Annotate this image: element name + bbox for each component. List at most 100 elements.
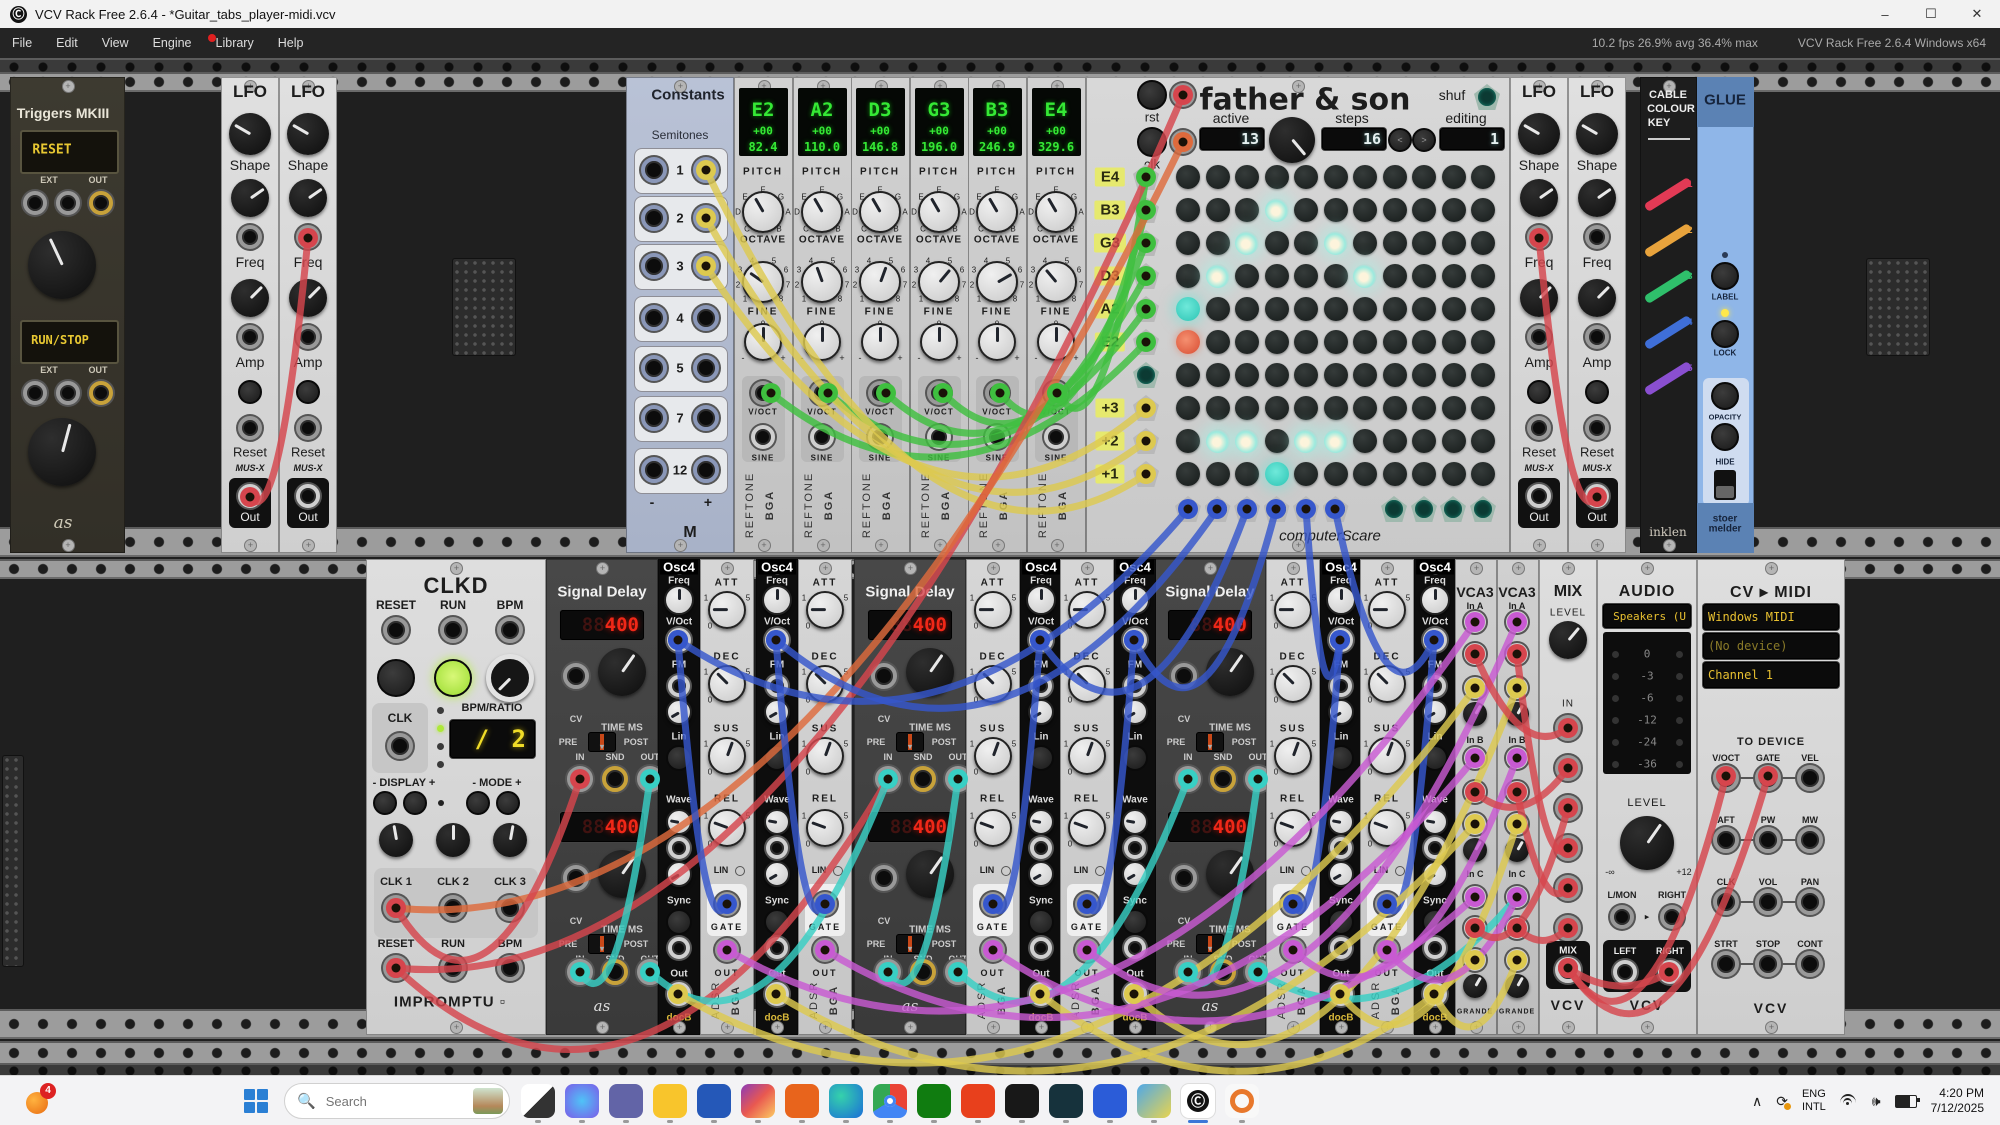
knob[interactable]	[1068, 737, 1106, 775]
knob[interactable]	[1463, 974, 1487, 998]
menu-edit[interactable]: Edit	[44, 36, 90, 50]
clk1-jack[interactable]	[383, 895, 409, 921]
out-jack[interactable]	[1527, 484, 1551, 508]
grid-cell[interactable]	[1265, 297, 1289, 321]
grid-cell[interactable]	[1383, 165, 1407, 189]
midi-aft-jack[interactable]	[1713, 827, 1739, 853]
in-jack[interactable]	[875, 959, 901, 985]
grid-cell[interactable]	[1265, 363, 1289, 387]
grid-cell[interactable]	[1442, 330, 1466, 354]
knob[interactable]	[918, 261, 960, 303]
knob[interactable]	[1068, 809, 1106, 847]
voct-jack[interactable]	[868, 381, 892, 405]
jack[interactable]	[693, 253, 719, 279]
in-jack[interactable]	[1464, 747, 1486, 769]
button[interactable]	[1585, 380, 1609, 404]
cv-jack[interactable]	[1464, 781, 1486, 803]
grid-cell[interactable]	[1383, 297, 1407, 321]
grid-cell[interactable]	[1383, 231, 1407, 255]
sync-button[interactable]	[1328, 909, 1354, 935]
knob[interactable]	[1520, 279, 1558, 317]
grid-cell[interactable]	[1471, 396, 1495, 420]
grid-cell[interactable]	[1265, 462, 1289, 486]
voct-jack[interactable]	[810, 381, 834, 405]
sine-jack[interactable]	[751, 425, 775, 449]
hide-knob[interactable]	[1711, 423, 1739, 451]
knob[interactable]	[1505, 838, 1529, 862]
midi-strt-jack[interactable]	[1713, 951, 1739, 977]
sine-jack[interactable]	[868, 425, 892, 449]
grid-cell[interactable]	[1324, 198, 1348, 222]
midi-gate-jack[interactable]	[1755, 765, 1781, 791]
wave-jack[interactable]	[766, 837, 788, 859]
minimize-button[interactable]: –	[1862, 0, 1908, 28]
send-jack[interactable]	[602, 959, 628, 985]
lin-button[interactable]	[764, 745, 790, 771]
knob[interactable]	[436, 823, 470, 857]
taskbar-icon-microsoft-store[interactable]	[697, 1084, 731, 1118]
grid-cell[interactable]	[1265, 231, 1289, 255]
grid-cell[interactable]	[1412, 396, 1436, 420]
grid-cell[interactable]	[1206, 330, 1230, 354]
knob[interactable]	[1422, 809, 1448, 835]
jack[interactable]	[383, 617, 409, 643]
sync-jack[interactable]	[766, 937, 788, 959]
cv-jack[interactable]	[1464, 917, 1486, 939]
out-jack[interactable]	[667, 982, 691, 1006]
grid-cell[interactable]	[1471, 231, 1495, 255]
sync-button[interactable]	[764, 909, 790, 935]
taskbar-icon-teams[interactable]	[609, 1084, 643, 1118]
grid-cell[interactable]	[1294, 231, 1318, 255]
time-knob[interactable]	[906, 850, 954, 898]
grid-cell[interactable]	[1235, 165, 1259, 189]
clk-jack[interactable]	[387, 733, 413, 759]
knob[interactable]	[974, 665, 1012, 703]
grid-cell[interactable]	[1383, 330, 1407, 354]
grid-cell[interactable]	[1383, 462, 1407, 486]
jack[interactable]	[641, 457, 667, 483]
knob[interactable]	[1368, 591, 1406, 629]
time-knob[interactable]	[598, 850, 646, 898]
bpm-out-jack[interactable]	[497, 955, 523, 981]
sync-button[interactable]	[1422, 909, 1448, 935]
voct-jack[interactable]	[765, 628, 789, 652]
sync-jack[interactable]	[1030, 937, 1052, 959]
grid-cell[interactable]	[1206, 231, 1230, 255]
in-jack[interactable]	[1464, 886, 1486, 908]
knob[interactable]	[801, 261, 843, 303]
grid-cell[interactable]	[1324, 429, 1348, 453]
clk2-jack[interactable]	[440, 895, 466, 921]
out-jack[interactable]	[1585, 484, 1609, 508]
grid-cell[interactable]	[1265, 396, 1289, 420]
gate-jack[interactable]	[981, 892, 1005, 916]
grid-cell[interactable]	[1176, 363, 1200, 387]
midi-mw-jack[interactable]	[1797, 827, 1823, 853]
taskbar-icon-opera-gx[interactable]	[1225, 1084, 1259, 1118]
knob[interactable]	[978, 323, 1016, 361]
knob[interactable]	[1422, 699, 1448, 725]
jack[interactable]	[1660, 905, 1684, 929]
grid-cell[interactable]	[1206, 363, 1230, 387]
knob[interactable]	[806, 809, 844, 847]
knob[interactable]	[1028, 861, 1054, 887]
sync-jack[interactable]	[668, 937, 690, 959]
lin-button[interactable]	[1328, 745, 1354, 771]
knob[interactable]	[708, 665, 746, 703]
knob[interactable]	[1505, 974, 1529, 998]
send-jack[interactable]	[602, 766, 628, 792]
knob[interactable]	[1122, 809, 1148, 835]
sync-icon[interactable]: ⟳	[1776, 1093, 1788, 1110]
jack[interactable]	[693, 355, 719, 381]
volume-icon[interactable]: 🕪	[1872, 1093, 1881, 1110]
knob[interactable]	[764, 809, 790, 835]
time-knob[interactable]	[598, 648, 646, 696]
knob[interactable]	[379, 823, 413, 857]
taskbar-icon-file-explorer[interactable]	[653, 1084, 687, 1118]
battery-icon[interactable]	[1895, 1095, 1917, 1108]
grid-cell[interactable]	[1265, 198, 1289, 222]
reset-out-jack[interactable]	[383, 955, 409, 981]
knob[interactable]	[1120, 585, 1150, 615]
knob[interactable]	[1368, 809, 1406, 847]
grid-cell[interactable]	[1294, 396, 1318, 420]
close-button[interactable]: ✕	[1954, 0, 2000, 28]
